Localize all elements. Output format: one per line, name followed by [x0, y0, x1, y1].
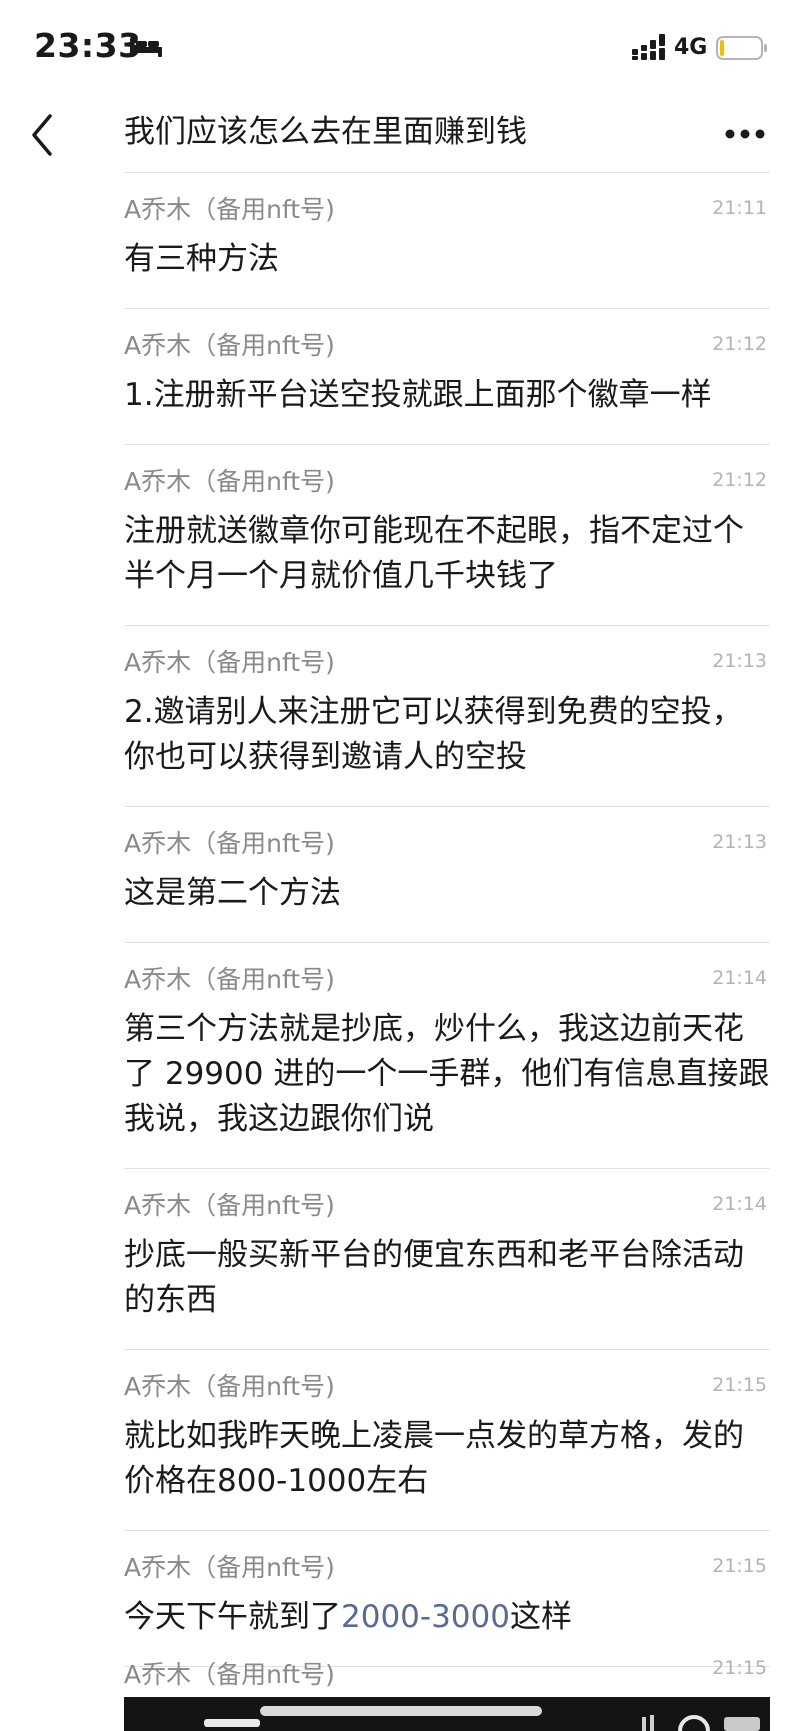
message-list: A乔木（备用nft号) 21:11 有三种方法 A乔木（备用nft号) 21:1… [124, 173, 770, 1667]
home-indicator[interactable] [260, 1706, 542, 1716]
message-item[interactable]: A乔木（备用nft号) 21:13 2.邀请别人来注册它可以获得到免费的空投，你… [124, 626, 770, 807]
message-text: 1.注册新平台送空投就跟上面那个徽章一样 [124, 377, 712, 413]
message-sender: A乔木（备用nft号) [124, 1660, 335, 1689]
bed-icon [130, 38, 162, 57]
message-sender: A乔木（备用nft号) [124, 331, 335, 360]
message-text: 有三种方法 [124, 241, 279, 277]
message-item[interactable]: A乔木（备用nft号) 21:13 这是第二个方法 [124, 807, 770, 943]
message-text: 抄底一般买新平台的便宜东西和老平台除活动的东西 [124, 1237, 744, 1318]
message-sender: A乔木（备用nft号) [124, 648, 335, 677]
top-fade [0, 82, 800, 96]
back-button[interactable] [28, 112, 58, 158]
message-item[interactable]: A乔木（备用nft号) 21:14 第三个方法就是抄底，炒什么，我这边前天花了 … [124, 943, 770, 1169]
status-time: 23:33 [34, 26, 142, 65]
message-sender: A乔木（备用nft号) [124, 195, 335, 224]
message-item[interactable]: A乔木（备用nft号) 21:15 就比如我昨天晚上凌晨一点发的草方格，发的价格… [124, 1350, 770, 1531]
message-time: 21:14 [712, 967, 767, 989]
message-text: 这是第二个方法 [124, 875, 341, 911]
message-time: 21:12 [712, 469, 767, 491]
message-time: 21:12 [712, 333, 767, 355]
message-time: 21:15 [712, 1374, 767, 1396]
chevron-left-icon [32, 114, 52, 156]
message-text: 第三个方法就是抄底，炒什么，我这边前天花了 29900 进的一个一手群，他们有信… [124, 1011, 770, 1137]
message-sender: A乔木（备用nft号) [124, 965, 335, 994]
message-sender: A乔木（备用nft号) [124, 467, 335, 496]
message-text: 2.邀请别人来注册它可以获得到免费的空投，你也可以获得到邀请人的空投 [124, 694, 743, 775]
message-time: 21:15 [712, 1555, 767, 1577]
battery-icon [716, 36, 767, 60]
chat-title: 我们应该怎么去在里面赚到钱 [124, 114, 527, 150]
message-item[interactable]: A乔木（备用nft号) 21:12 1.注册新平台送空投就跟上面那个徽章一样 [124, 309, 770, 445]
message-item[interactable]: A乔木（备用nft号) 21:14 抄底一般买新平台的便宜东西和老平台除活动的东… [124, 1169, 770, 1350]
message-item[interactable]: A乔木（备用nft号) 21:12 注册就送徽章你可能现在不起眼，指不定过个半个… [124, 445, 770, 626]
more-dots-icon [725, 129, 765, 139]
message-time: 21:11 [712, 197, 767, 219]
message-text: 就比如我昨天晚上凌晨一点发的草方格，发的价格在800-1000左右 [124, 1418, 744, 1499]
message-sender: A乔木（备用nft号) [124, 829, 335, 858]
signal-bars-icon [632, 34, 665, 60]
message-sender: A乔木（备用nft号) [124, 1191, 335, 1220]
message-time: 21:13 [712, 831, 767, 853]
message-time: 21:13 [712, 650, 767, 672]
message-text: 注册就送徽章你可能现在不起眼，指不定过个半个月一个月就价值几千块钱了 [124, 513, 744, 594]
more-button[interactable] [725, 128, 765, 140]
message-time: 21:14 [712, 1193, 767, 1215]
message-sender: A乔木（备用nft号) [124, 1372, 335, 1401]
message-time: 21:15 [712, 1657, 767, 1679]
message-item[interactable]: A乔木（备用nft号) 21:11 有三种方法 [124, 173, 770, 309]
message-sender: A乔木（备用nft号) [124, 1553, 335, 1582]
network-label: 4G [674, 35, 708, 60]
message-item[interactable]: A乔木（备用nft号) 21:15 [124, 1630, 770, 1691]
